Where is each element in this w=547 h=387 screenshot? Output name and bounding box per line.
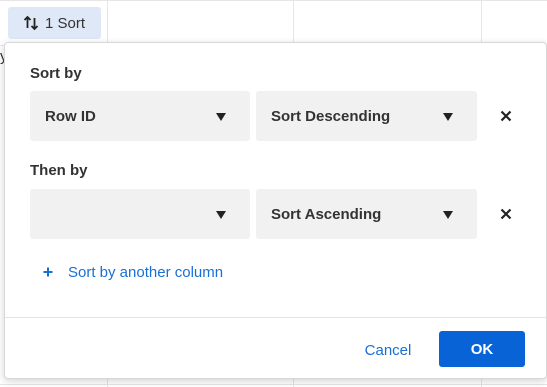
sort-direction-dropdown-1[interactable]: Sort Descending [256, 91, 477, 141]
plus-icon [43, 267, 53, 277]
cancel-button[interactable]: Cancel [353, 335, 423, 365]
remove-sort-icon[interactable] [499, 109, 513, 123]
sort-column-dropdown-1[interactable]: Row ID [30, 91, 250, 141]
caret-down-icon [216, 113, 226, 121]
sort-button[interactable]: 1 Sort [8, 7, 101, 39]
caret-down-icon [443, 211, 453, 219]
sort-by-label: Sort by [30, 65, 82, 82]
sort-direction-dropdown-2[interactable]: Sort Ascending [256, 189, 477, 239]
ok-button[interactable]: OK [439, 331, 525, 367]
add-sort-column-label: Sort by another column [68, 263, 224, 281]
sort-column-dropdown-2[interactable] [30, 189, 250, 239]
caret-down-icon [443, 113, 453, 121]
footer-divider [5, 317, 546, 318]
sort-column-value: Row ID [45, 107, 96, 125]
sort-direction-value: Sort Ascending [271, 205, 382, 223]
then-by-label: Then by [30, 162, 88, 179]
sort-button-label: 1 Sort [45, 14, 86, 32]
remove-sort-icon[interactable] [499, 207, 513, 221]
sort-popover: Sort by Row ID Sort Descending Then by S… [4, 42, 547, 379]
caret-down-icon [216, 211, 226, 219]
sort-arrows-icon [23, 15, 39, 31]
sort-direction-value: Sort Descending [271, 107, 391, 125]
add-sort-column-link[interactable]: Sort by another column [43, 262, 223, 282]
